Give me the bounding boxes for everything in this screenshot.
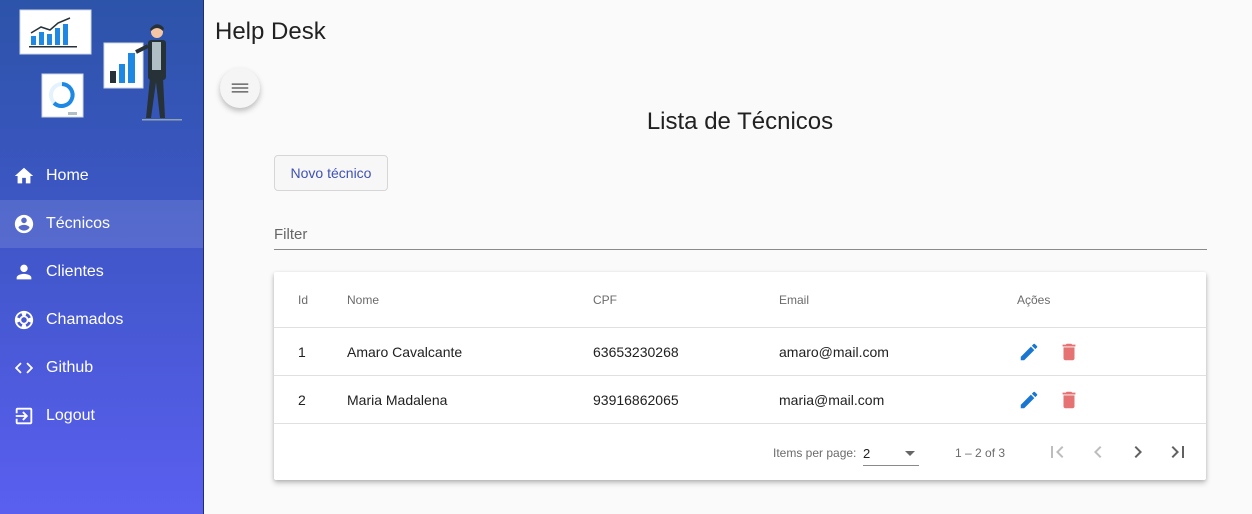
cell-cpf: 93916862065 (593, 391, 679, 408)
sidebar-item-label: Chamados (46, 311, 124, 328)
sidebar-item-home[interactable]: Home (0, 152, 203, 200)
sidebar-item-tecnicos[interactable]: Técnicos (0, 200, 203, 248)
next-page-button[interactable] (1126, 440, 1150, 464)
filter-field (274, 220, 1207, 250)
home-icon (13, 165, 35, 187)
column-header-nome[interactable]: Nome (347, 272, 379, 327)
menu-toggle-button[interactable] (220, 68, 260, 108)
sidebar-item-label: Técnicos (46, 215, 111, 232)
support-icon (13, 309, 35, 331)
previous-page-button[interactable] (1086, 440, 1110, 464)
items-per-page-select[interactable]: 2 (863, 442, 919, 466)
sidebar-item-github[interactable]: Github (0, 344, 203, 392)
column-header-cpf[interactable]: CPF (593, 272, 617, 327)
column-header-acoes: Ações (1017, 292, 1051, 307)
app-title: Help Desk (215, 18, 326, 45)
cell-email: amaro@mail.com (779, 343, 889, 360)
last-page-button[interactable] (1166, 440, 1190, 464)
cell-email: maria@mail.com (779, 391, 885, 408)
delete-button[interactable] (1057, 340, 1081, 364)
items-per-page-value: 2 (863, 446, 871, 461)
sidebar-item-clientes[interactable]: Clientes (0, 248, 203, 296)
sidebar-item-logout[interactable]: Logout (0, 392, 203, 440)
column-header-email[interactable]: Email (779, 272, 809, 327)
delete-button[interactable] (1057, 388, 1081, 412)
edit-icon (1020, 343, 1038, 360)
dashboard-illustration (19, 9, 182, 121)
page-title: Lista de Técnicos (646, 108, 834, 135)
cell-acoes (1017, 328, 1097, 375)
sidebar-item-label: Home (46, 167, 89, 184)
table-row: 2 Maria Madalena 93916862065 maria@mail.… (274, 376, 1206, 424)
table-row: 1 Amaro Cavalcante 63653230268 amaro@mai… (274, 328, 1206, 376)
cell-id: 2 (298, 391, 306, 408)
last-page-icon (1171, 446, 1184, 458)
person-icon (13, 261, 35, 283)
new-technician-button[interactable]: Novo técnico (274, 155, 388, 191)
account-circle-icon (13, 213, 35, 235)
cell-nome: Amaro Cavalcante (347, 343, 463, 360)
chevron-left-icon (1094, 446, 1102, 458)
first-page-icon (1051, 446, 1064, 458)
page-range-label: 1 – 2 of 3 (955, 446, 1006, 460)
paginator: Items per page: 2 1 – 2 of 3 (274, 424, 1206, 480)
table-header-row: Id Nome CPF Email Ações (274, 272, 1206, 328)
cell-cpf: 63653230268 (593, 343, 679, 360)
cell-id: 1 (298, 343, 306, 360)
column-header-id[interactable]: Id (298, 272, 308, 327)
sidebar-item-chamados[interactable]: Chamados (0, 296, 203, 344)
first-page-button[interactable] (1045, 440, 1069, 464)
chevron-right-icon (1134, 446, 1142, 458)
filter-input[interactable] (274, 220, 1207, 248)
code-icon (13, 357, 35, 379)
edit-icon (1020, 391, 1038, 408)
edit-button[interactable] (1017, 340, 1041, 364)
logout-icon (13, 405, 35, 427)
technicians-table: Id Nome CPF Email Ações 1 Amaro Cavalcan… (274, 272, 1206, 480)
cell-nome: Maria Madalena (347, 391, 448, 408)
sidebar-item-label: Logout (46, 407, 95, 424)
dropdown-arrow-icon (905, 451, 915, 456)
menu-icon (231, 83, 249, 93)
sidebar-item-label: Github (46, 359, 94, 376)
items-per-page-label: Items per page: (773, 446, 857, 460)
sidebar-item-label: Clientes (46, 263, 104, 280)
sidebar-nav: Home Técnicos Clientes Chamados Github L… (0, 152, 203, 440)
edit-button[interactable] (1017, 388, 1041, 412)
trash-icon (1062, 343, 1076, 360)
sidebar: Home Técnicos Clientes Chamados Github L… (0, 0, 204, 514)
trash-icon (1062, 391, 1076, 408)
cell-acoes (1017, 376, 1097, 423)
